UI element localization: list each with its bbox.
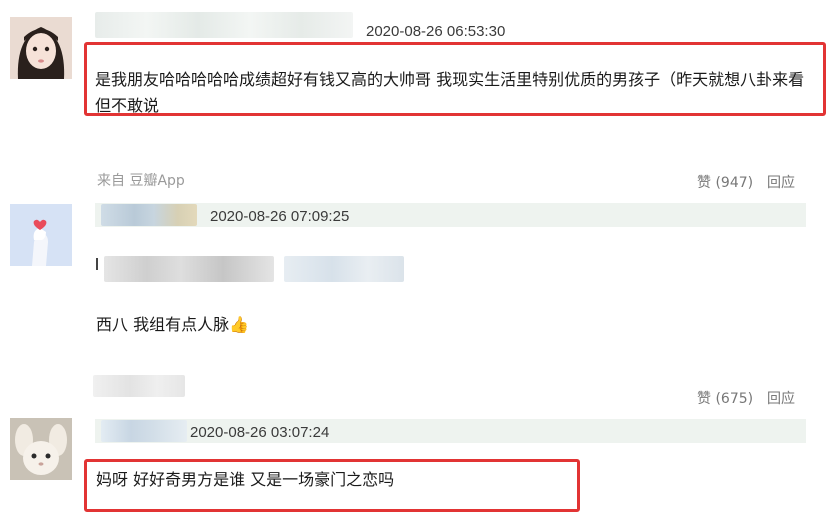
like-button[interactable]: 赞 (675) bbox=[697, 388, 753, 408]
quoted-text-blurred bbox=[93, 375, 185, 397]
like-button[interactable]: 赞 (947) bbox=[697, 172, 753, 192]
comment-timestamp: 2020-08-26 07:09:25 bbox=[210, 208, 350, 225]
hand-heart-avatar-icon bbox=[10, 204, 72, 266]
comment-timestamp: 2020-08-26 06:53:30 bbox=[366, 23, 506, 40]
avatar[interactable] bbox=[10, 418, 72, 480]
avatar[interactable] bbox=[10, 17, 72, 79]
cursor-mark bbox=[96, 258, 98, 270]
comment-meta-bar bbox=[95, 203, 806, 227]
username-blurred[interactable] bbox=[95, 12, 353, 38]
reply-button[interactable]: 回应 bbox=[767, 172, 795, 192]
quoted-text-blurred bbox=[104, 256, 274, 282]
highlight-box bbox=[84, 42, 826, 116]
avatar[interactable] bbox=[10, 204, 72, 266]
username-blurred[interactable] bbox=[101, 420, 187, 442]
bunny-avatar-icon bbox=[10, 418, 72, 480]
reply-button[interactable]: 回应 bbox=[767, 388, 795, 408]
comment-timestamp: 2020-08-26 03:07:24 bbox=[190, 424, 330, 441]
quoted-text-blurred bbox=[284, 256, 404, 282]
comment-text: 西八 我组有点人脉👍 bbox=[96, 315, 250, 334]
username-blurred[interactable] bbox=[101, 204, 197, 226]
comment-source: 来自 豆瓣App bbox=[97, 173, 185, 189]
girl-avatar-icon bbox=[10, 17, 72, 79]
highlight-box bbox=[84, 459, 580, 512]
